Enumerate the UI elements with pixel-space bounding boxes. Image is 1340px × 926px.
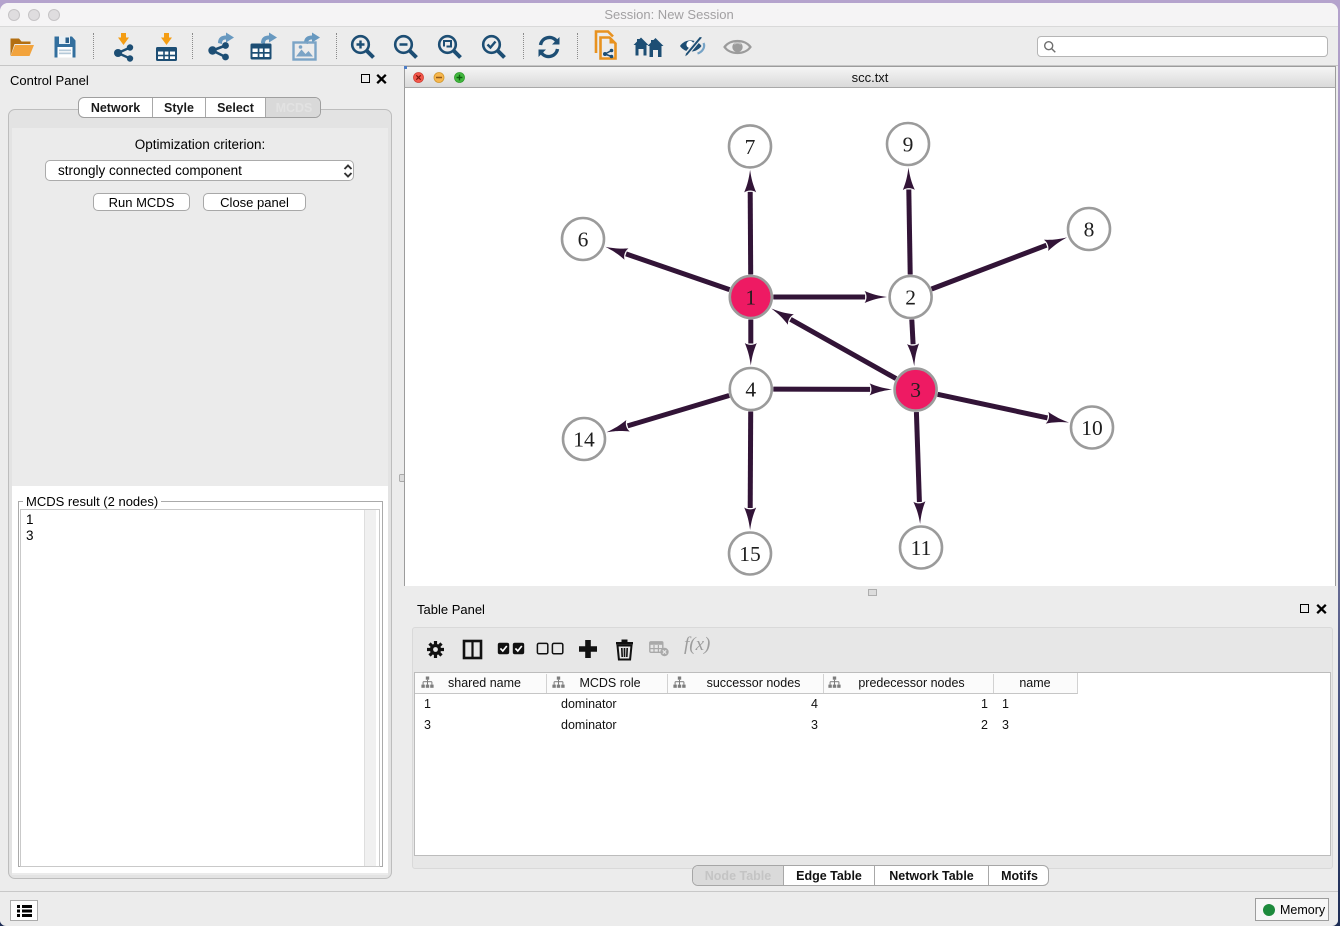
svg-text:14: 14: [573, 428, 595, 452]
svg-text:10: 10: [1081, 416, 1103, 440]
svg-text:1: 1: [745, 286, 756, 310]
svg-text:6: 6: [578, 228, 589, 252]
svg-text:15: 15: [739, 542, 761, 566]
svg-text:11: 11: [911, 536, 932, 560]
svg-text:9: 9: [903, 133, 914, 157]
svg-text:2: 2: [905, 286, 916, 310]
svg-text:4: 4: [745, 378, 756, 402]
svg-text:8: 8: [1084, 218, 1095, 242]
svg-text:7: 7: [745, 135, 756, 159]
svg-text:3: 3: [910, 378, 921, 402]
